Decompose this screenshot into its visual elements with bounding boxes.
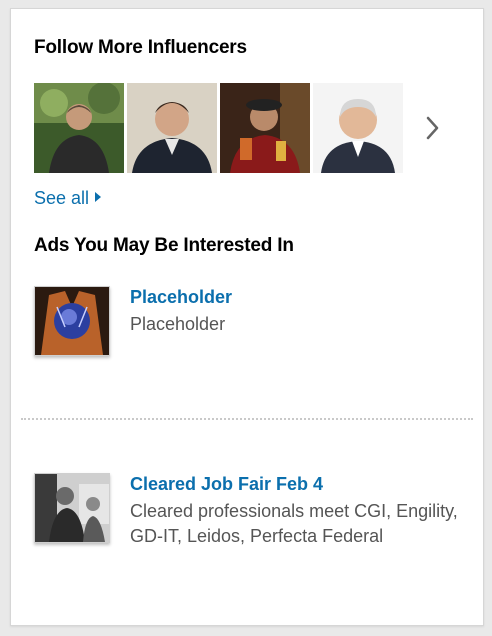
caret-right-icon: [95, 192, 102, 202]
next-influencers-button[interactable]: [420, 110, 446, 146]
ad-title-link[interactable]: Placeholder: [130, 286, 460, 308]
chevron-right-icon: [426, 116, 439, 140]
ad-description: Placeholder: [130, 314, 226, 334]
ad-thumbnail[interactable]: [34, 473, 110, 543]
influencers-ads-card: Follow More Influencers See all Ads You …: [10, 8, 484, 626]
influencer-photo-3[interactable]: [220, 83, 310, 173]
influencers-section-title: Follow More Influencers: [34, 37, 247, 58]
see-all-link[interactable]: See all: [34, 188, 102, 209]
influencer-photo-1[interactable]: [34, 83, 124, 173]
ad-title-link[interactable]: Cleared Job Fair Feb 4: [130, 473, 460, 495]
ads-divider: [21, 418, 473, 420]
influencer-photo-2[interactable]: [127, 83, 217, 173]
ad-thumbnail[interactable]: [34, 286, 110, 356]
influencer-photo-4[interactable]: [313, 83, 403, 173]
see-all-label: See all: [34, 188, 90, 208]
ad-description: Cleared professionals meet CGI, Engility…: [130, 501, 458, 546]
ads-section-title: Ads You May Be Interested In: [34, 235, 294, 256]
